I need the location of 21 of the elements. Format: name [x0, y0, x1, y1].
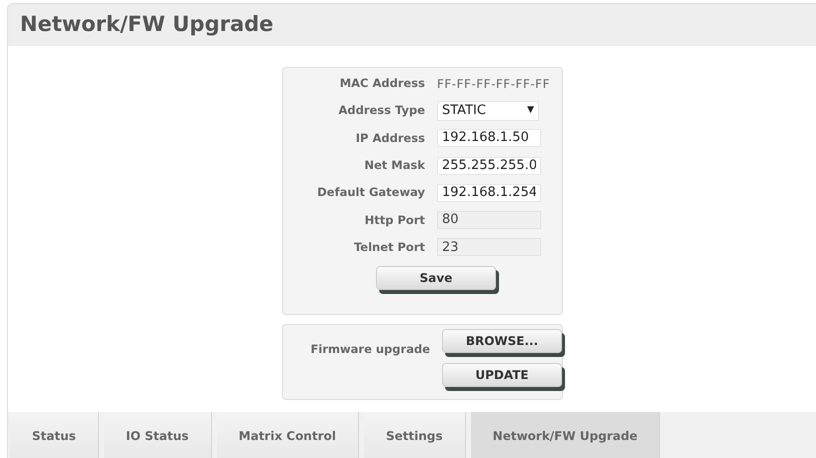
page-title: Network/FW Upgrade: [20, 11, 274, 38]
input-field[interactable]: 80: [437, 211, 541, 230]
tab[interactable]: Network/FW Upgrade: [470, 412, 660, 458]
tab[interactable]: Status: [10, 412, 99, 458]
tab[interactable]: IO Status: [104, 412, 212, 458]
field-label: Telnet Port: [352, 238, 426, 256]
firmware-label: Firmware upgrade: [310, 341, 431, 358]
input-field[interactable]: 192.168.1.254: [437, 184, 541, 202]
field-label: Net Mask: [363, 156, 426, 174]
address-type-select[interactable]: STATIC ▼: [437, 100, 539, 121]
tab[interactable]: Settings: [364, 412, 466, 458]
tab[interactable]: Matrix Control: [216, 412, 359, 458]
field-label: IP Address: [354, 130, 426, 147]
input-field[interactable]: 192.168.1.50: [437, 129, 541, 148]
input-field[interactable]: 255.255.255.0: [437, 156, 541, 175]
field-label: Address Type: [337, 102, 426, 120]
input-field[interactable]: 23: [437, 238, 541, 256]
field-label: Http Port: [364, 212, 426, 228]
mac-value: FF-FF-FF-FF-FF-FF: [437, 76, 550, 93]
field-label: Default Gateway: [316, 184, 426, 202]
field-label: MAC Address: [338, 75, 426, 92]
